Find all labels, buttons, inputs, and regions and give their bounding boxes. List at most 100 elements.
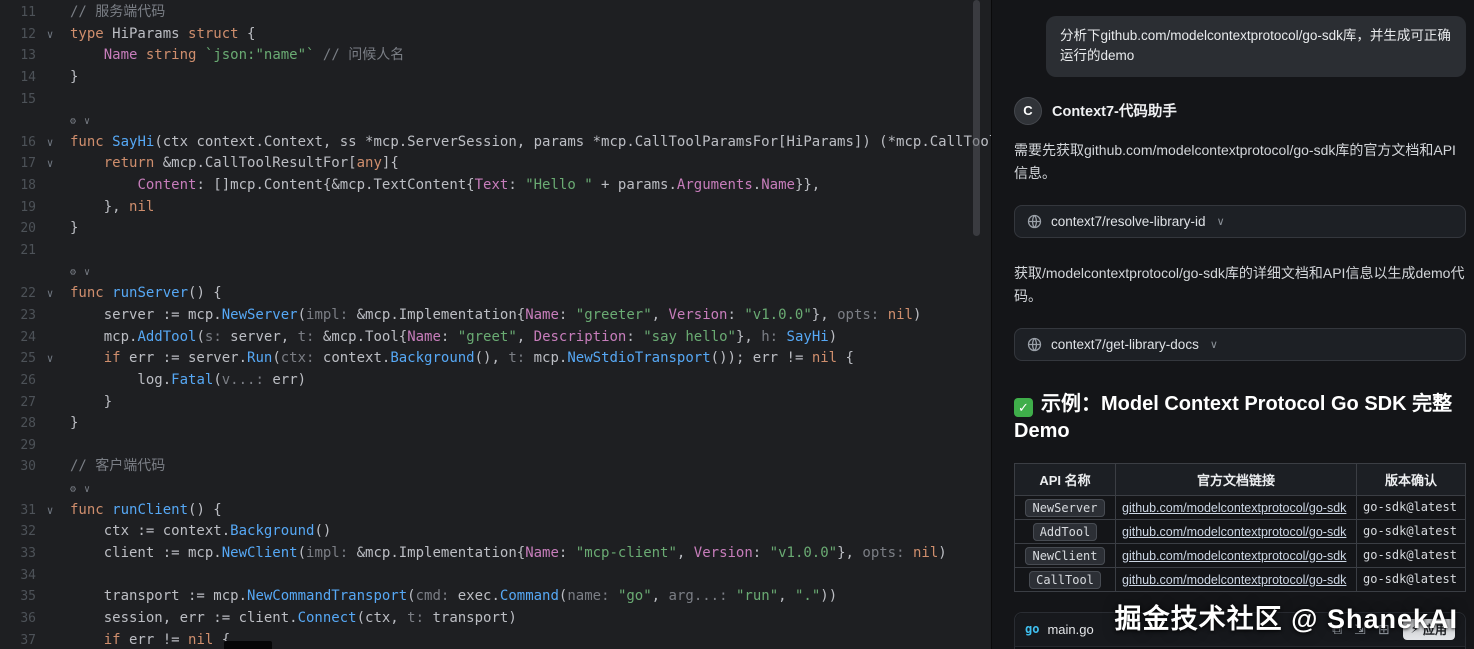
line-number: 19 xyxy=(20,199,36,215)
code-line[interactable]: 13 Name string `json:"name"` // 问候人名 xyxy=(0,45,991,67)
code-editor[interactable]: 11// 服务端代码 12 ∨ type HiParams struct {13 Na… xyxy=(0,0,992,649)
code-vision-hint-row[interactable]: ⚙ ∨ xyxy=(0,262,991,284)
line-number: 15 xyxy=(20,91,36,107)
assistant-paragraph-1: 需要先获取github.com/modelcontextprotocol/go-… xyxy=(1014,141,1456,181)
tool-call-get-library-docs[interactable]: context7/get-library-docs ∨ xyxy=(1014,327,1466,361)
code-line[interactable]: 16 ∨ func SayHi(ctx context.Context, ss *m… xyxy=(0,132,991,154)
table-row: NewServer github.com/modelcontextprotocol… xyxy=(1014,494,1466,520)
code-token: return xyxy=(103,155,155,172)
doc-link[interactable]: github.com/modelcontextprotocol/go-sdk xyxy=(1122,549,1346,563)
code-line[interactable]: 11 // 服务端代码 xyxy=(0,2,991,24)
version-cell: go-sdk@latest xyxy=(1356,518,1466,544)
code-token: }, xyxy=(811,306,838,323)
code-line[interactable]: 17 ∨ return &mcp.CallToolResultFor[any]{ xyxy=(0,153,991,175)
code-line[interactable]: 22 ∨ func runServer() { xyxy=(0,283,991,305)
code-vision-hint-row[interactable]: ⚙ ∨ xyxy=(0,478,991,500)
code-text: func runServer() { xyxy=(70,283,222,305)
code-line[interactable]: 31 ∨ func runClient() { xyxy=(0,500,991,522)
api-table-header: 版本确认 xyxy=(1356,462,1466,496)
code-token: : xyxy=(558,545,576,562)
code-line[interactable]: 35 transport := mcp.NewCommandTransport(… xyxy=(0,586,991,608)
code-text: ⚙ ∨ xyxy=(70,478,91,501)
code-line[interactable]: 14} xyxy=(0,67,991,89)
fold-chevron-icon[interactable]: ∨ xyxy=(42,132,58,154)
code-token: nil xyxy=(129,198,155,215)
code-line[interactable]: 36 session, err := client.Connect(ctx, t… xyxy=(0,608,991,630)
line-number: 12 xyxy=(20,26,36,42)
code-filename: main.go xyxy=(1047,621,1094,637)
code-text: func SayHi(ctx context.Context, ss *mcp.… xyxy=(70,132,991,154)
code-token: NewCommandTransport xyxy=(247,588,408,605)
code-token: ( xyxy=(407,588,416,605)
code-line[interactable]: 21 xyxy=(0,240,991,262)
code-line[interactable]: 23 server := mcp.NewServer(impl: &mcp.Im… xyxy=(0,305,991,327)
code-token: () { xyxy=(188,501,222,518)
code-token: log. xyxy=(70,371,172,388)
line-number: 27 xyxy=(20,394,36,410)
fold-chevron-icon[interactable]: ∨ xyxy=(42,283,58,305)
code-token: func xyxy=(70,285,104,302)
inlay-usages-hint[interactable]: ⚙ ∨ xyxy=(70,267,91,278)
code-line[interactable]: 34 xyxy=(0,565,991,587)
fold-chevron-icon[interactable]: ∨ xyxy=(42,348,58,370)
code-line[interactable]: 30 // 客户端代码 xyxy=(0,456,991,478)
tool-call-resolve-library-id[interactable]: context7/resolve-library-id ∨ xyxy=(1014,204,1466,238)
doc-link[interactable]: github.com/modelcontextprotocol/go-sdk xyxy=(1122,501,1346,515)
code-line[interactable]: 27 } xyxy=(0,392,991,414)
code-token: }}, xyxy=(794,177,821,194)
fold-chevron-icon[interactable]: ∨ xyxy=(42,24,58,46)
code-line[interactable]: 33 client := mcp.NewClient(impl: &mcp.Im… xyxy=(0,543,991,565)
code-token: arg...: xyxy=(668,588,728,605)
code-line[interactable]: 19 }, nil xyxy=(0,197,991,219)
line-number: 13 xyxy=(20,48,36,64)
code-token: : xyxy=(727,306,745,323)
code-token: AddTool xyxy=(137,328,197,345)
code-token: NewStdioTransport xyxy=(567,350,711,367)
ai-chat-panel: 分析下github.com/modelcontextprotocol/go-sd… xyxy=(992,0,1474,649)
tool-call-label: context7/get-library-docs xyxy=(1051,336,1199,352)
line-number: 23 xyxy=(20,307,36,323)
code-line[interactable]: 37 if err != nil { xyxy=(0,630,991,649)
code-line[interactable]: 26 log.Fatal(v...: err) xyxy=(0,370,991,392)
code-line[interactable]: 15 xyxy=(0,89,991,111)
go-lang-icon: go xyxy=(1025,622,1040,637)
code-token: Name xyxy=(525,545,559,562)
code-line[interactable]: 25 ∨ if err := server.Run(ctx: context.Ba… xyxy=(0,348,991,370)
api-table-body: NewServer github.com/modelcontextprotocol… xyxy=(1014,494,1466,592)
editor-code: 11// 服务端代码 12 ∨ type HiParams struct {13 Na… xyxy=(0,2,991,649)
code-token: ctx := context. xyxy=(70,523,231,540)
chevron-down-icon[interactable]: ∨ xyxy=(1210,338,1218,351)
code-token: Arguments xyxy=(676,177,753,194)
code-line[interactable]: 20} xyxy=(0,218,991,240)
chevron-down-icon[interactable]: ∨ xyxy=(1217,215,1225,228)
code-token: Description xyxy=(533,328,627,345)
code-line[interactable]: 29 xyxy=(0,435,991,457)
version-cell: go-sdk@latest xyxy=(1356,566,1466,592)
editor-scrollbar[interactable] xyxy=(973,0,980,236)
code-text: Name string `json:"name"` // 问候人名 xyxy=(70,45,404,67)
api-name-chip: CallTool xyxy=(1029,570,1101,589)
line-number: 37 xyxy=(20,632,36,648)
code-token: Run xyxy=(247,350,273,367)
api-table-header: 官方文档链接 xyxy=(1115,462,1357,496)
line-number: 33 xyxy=(20,546,36,562)
code-token: v...: xyxy=(221,371,264,388)
code-token: transport) xyxy=(424,609,517,626)
code-line[interactable]: 32 ctx := context.Background() xyxy=(0,521,991,543)
code-vision-hint-row[interactable]: ⚙ ∨ xyxy=(0,110,991,132)
code-line[interactable]: 28} xyxy=(0,413,991,435)
doc-link[interactable]: github.com/modelcontextprotocol/go-sdk xyxy=(1122,525,1346,539)
fold-chevron-icon[interactable]: ∨ xyxy=(42,500,58,522)
inlay-usages-hint[interactable]: ⚙ ∨ xyxy=(70,484,91,495)
inlay-usages-hint[interactable]: ⚙ ∨ xyxy=(70,116,91,127)
code-token: Command xyxy=(499,588,559,605)
code-line[interactable]: 18 Content: []mcp.Content{&mcp.TextConte… xyxy=(0,175,991,197)
code-token: , xyxy=(778,588,795,605)
code-line[interactable]: 24 mcp.AddTool(s: server, t: &mcp.Tool{N… xyxy=(0,327,991,349)
fold-chevron-icon[interactable]: ∨ xyxy=(42,153,58,175)
code-text: Content: []mcp.Content{&mcp.TextContent{… xyxy=(70,175,820,197)
code-token: err := server. xyxy=(120,350,248,367)
doc-link[interactable]: github.com/modelcontextprotocol/go-sdk xyxy=(1122,573,1346,587)
code-line[interactable]: 12 ∨ type HiParams struct { xyxy=(0,24,991,46)
